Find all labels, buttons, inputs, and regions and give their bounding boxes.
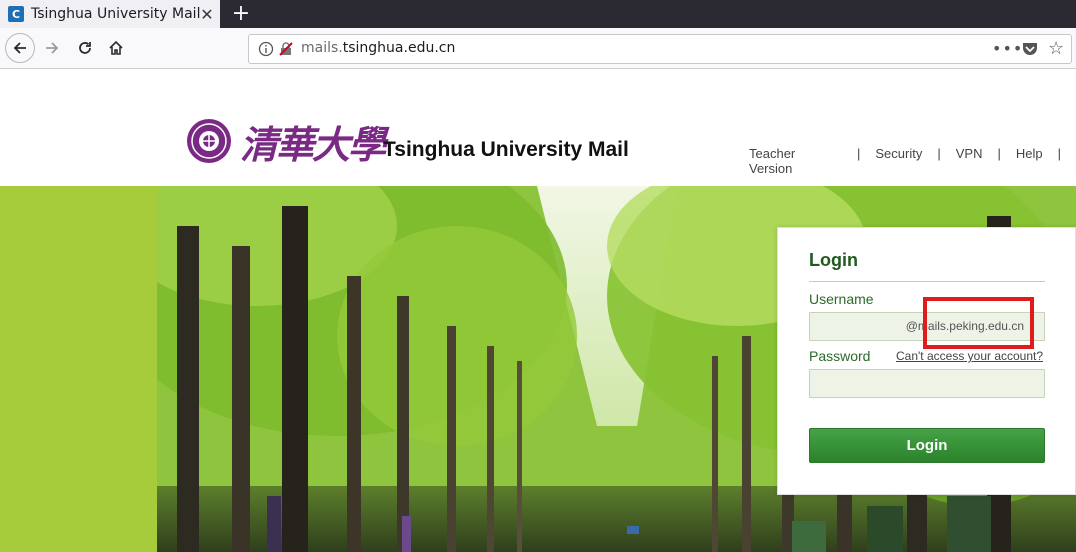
password-input[interactable] xyxy=(809,369,1045,398)
link-separator: | xyxy=(937,146,941,161)
login-divider xyxy=(809,281,1045,282)
insecure-lock-icon[interactable] xyxy=(278,41,294,57)
favicon-icon: C xyxy=(8,6,24,22)
green-side-strip xyxy=(0,186,157,552)
page-content: 清華大學 Tsinghua University Mail Teacher Ve… xyxy=(0,70,1076,552)
login-panel: Login Username @mails.peking.edu.cn Pass… xyxy=(777,227,1076,495)
vpn-link[interactable]: VPN xyxy=(956,146,983,176)
page-actions-icon[interactable]: ••• xyxy=(992,39,1023,58)
username-input[interactable]: @mails.peking.edu.cn xyxy=(809,312,1045,341)
back-button[interactable] xyxy=(5,33,35,63)
url-bar[interactable]: mails.tsinghua.edu.cn ••• ☆ xyxy=(248,34,1072,64)
reload-icon xyxy=(79,42,91,54)
url-prefix: mails. xyxy=(301,40,343,56)
password-label: Password xyxy=(809,348,871,364)
arrow-left-icon xyxy=(13,42,26,54)
tsinghua-seal-icon xyxy=(187,119,231,163)
close-tab-icon[interactable]: ✕ xyxy=(197,4,217,24)
pocket-icon[interactable] xyxy=(1021,41,1039,57)
tab-title: Tsinghua University Mail xyxy=(31,6,201,22)
new-tab-button[interactable]: + xyxy=(229,1,253,26)
link-separator: | xyxy=(997,146,1001,161)
cant-access-account-link[interactable]: Can't access your account? xyxy=(896,349,1043,363)
browser-tab[interactable]: C Tsinghua University Mail ✕ xyxy=(0,0,220,28)
arrow-right-icon xyxy=(46,42,59,54)
bookmark-star-icon[interactable]: ☆ xyxy=(1048,38,1064,59)
site-title: Tsinghua University Mail xyxy=(383,138,629,161)
url-text[interactable]: mails.tsinghua.edu.cn xyxy=(301,40,455,56)
home-button[interactable] xyxy=(102,34,130,62)
url-host: tsinghua.edu.cn xyxy=(342,40,456,56)
login-button[interactable]: Login xyxy=(809,428,1045,463)
tab-strip: C Tsinghua University Mail ✕ + xyxy=(0,0,1076,28)
help-link[interactable]: Help xyxy=(1016,146,1043,176)
link-separator: | xyxy=(1057,146,1061,161)
forward-button[interactable] xyxy=(38,34,66,62)
nav-bar: mails.tsinghua.edu.cn ••• ☆ xyxy=(0,28,1076,69)
logo-chinese-text: 清華大學 xyxy=(240,122,386,167)
link-separator: | xyxy=(856,146,861,161)
teacher-version-link[interactable]: Teacher Version xyxy=(749,146,842,176)
reload-button[interactable] xyxy=(71,34,99,62)
username-domain-suffix: @mails.peking.edu.cn xyxy=(905,319,1024,333)
security-link[interactable]: Security xyxy=(875,146,922,176)
top-links: Teacher Version | Security | VPN | Help … xyxy=(749,146,1076,176)
username-label: Username xyxy=(809,291,874,307)
info-icon[interactable] xyxy=(258,41,274,57)
login-heading: Login xyxy=(809,250,858,270)
home-icon xyxy=(109,40,123,55)
